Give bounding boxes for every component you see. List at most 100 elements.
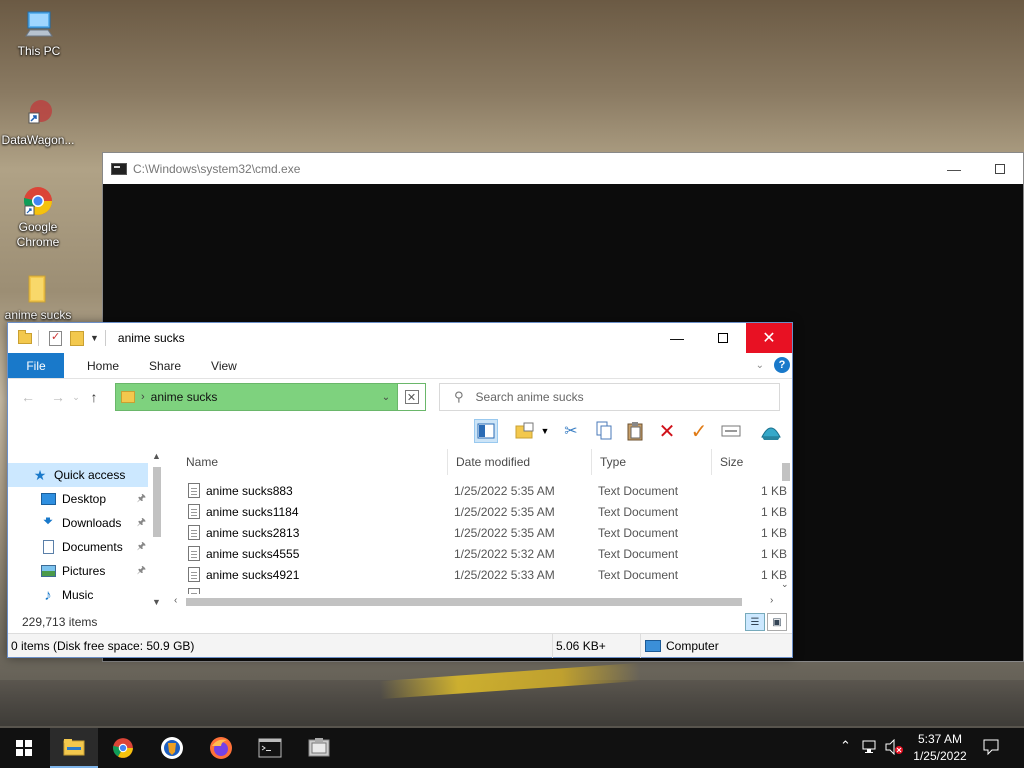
desktop-icon-this-pc[interactable]: This PC	[2, 8, 76, 59]
desktop-icon-label: anime sucks	[4, 308, 72, 322]
scroll-right-icon[interactable]: ›	[770, 595, 773, 606]
column-header-type[interactable]: Type	[592, 449, 712, 475]
preview-pane-button[interactable]	[474, 419, 498, 443]
desktop-icon-datawagon[interactable]: DataWagon...	[1, 97, 75, 148]
cmd-icon	[111, 162, 127, 175]
file-name: anime sucks1184	[206, 505, 299, 519]
network-icon[interactable]	[862, 739, 880, 758]
back-arrow-icon[interactable]: ←	[17, 389, 39, 405]
scrollbar-thumb[interactable]	[186, 598, 742, 606]
scroll-up-icon[interactable]: ▲	[152, 451, 161, 461]
folder-icon	[121, 391, 135, 403]
details-view-button[interactable]: ☰	[745, 613, 765, 631]
show-hidden-icons-chevron-icon[interactable]: ⌃	[840, 738, 851, 754]
properties-icon[interactable]	[49, 330, 62, 346]
tab-share[interactable]: Share	[134, 353, 196, 378]
table-row[interactable]: anime sucks4555 1/25/2022 5:32 AM Text D…	[168, 544, 787, 565]
taskbar-file-explorer[interactable]	[50, 728, 98, 768]
file-list-horizontal-scrollbar[interactable]: ‹ ›	[172, 595, 780, 609]
new-folder-button[interactable]	[513, 419, 537, 443]
file-list: ⌃ Name Date modified Type Size anime suc…	[168, 449, 792, 611]
sidebar-item-pictures[interactable]: Pictures 🖈	[8, 559, 148, 583]
explorer-titlebar[interactable]: ▼ anime sucks — ✕	[8, 323, 792, 353]
sidebar-item-documents[interactable]: Documents 🖈	[8, 535, 148, 559]
new-folder-icon[interactable]	[70, 330, 84, 346]
scroll-down-icon[interactable]: ⌄	[781, 579, 789, 590]
breadcrumb-separator-icon[interactable]: ›	[141, 391, 145, 403]
scrollbar-thumb[interactable]	[782, 463, 790, 481]
expand-ribbon-icon[interactable]: ⌄	[756, 360, 764, 371]
system-clock[interactable]: 5:37 AM 1/25/2022	[898, 731, 982, 765]
chevron-down-icon[interactable]: ▼	[539, 419, 551, 443]
forward-arrow-icon[interactable]: →	[47, 389, 69, 405]
maximize-button[interactable]	[977, 153, 1023, 184]
sidebar-item-desktop[interactable]: Desktop 🖈	[8, 487, 148, 511]
tab-file[interactable]: File	[8, 353, 64, 378]
file-date: 1/25/2022 5:32 AM	[454, 547, 555, 561]
large-icons-view-button[interactable]: ▣	[767, 613, 787, 631]
shell-icon[interactable]	[759, 419, 783, 443]
properties-icon[interactable]	[719, 419, 743, 443]
file-explorer-window[interactable]: ▼ anime sucks — ✕ File Home Share View ⌄…	[7, 322, 793, 658]
pin-icon: 🖈	[136, 564, 146, 576]
taskbar-brave[interactable]	[148, 728, 196, 768]
notifications-icon[interactable]	[982, 738, 1000, 759]
chevron-down-icon[interactable]: ⌄	[375, 392, 397, 403]
delete-icon[interactable]: ✕	[655, 419, 679, 443]
file-list-vertical-scrollbar[interactable]: ⌄	[780, 449, 792, 595]
clear-address-button[interactable]: ✕	[397, 384, 425, 410]
minimize-button[interactable]: —	[654, 323, 700, 353]
taskbar-app[interactable]	[295, 728, 343, 768]
navigation-scrollbar[interactable]: ▲ ▼	[150, 449, 164, 611]
taskbar-chrome[interactable]	[99, 728, 147, 768]
recent-locations-icon[interactable]: ⌄	[69, 392, 83, 403]
pin-icon: 🖈	[136, 516, 146, 528]
cmd-title: C:\Windows\system32\cmd.exe	[133, 161, 301, 176]
copy-icon[interactable]	[592, 419, 616, 443]
table-row[interactable]: anime sucks883 1/25/2022 5:35 AM Text Do…	[168, 481, 787, 502]
desktop-icon-anime-sucks[interactable]: anime sucks	[1, 272, 75, 323]
cmd-icon	[258, 738, 282, 758]
scrollbar-thumb[interactable]	[153, 467, 161, 537]
taskbar-cmd[interactable]	[246, 728, 294, 768]
sidebar-item-music[interactable]: ♪ Music	[8, 583, 148, 607]
content-area: ★ Quick access Desktop 🖈 🠻 Downloads 🖈 D…	[8, 449, 792, 611]
table-row-partial[interactable]	[168, 586, 778, 594]
chrome-icon	[113, 738, 133, 758]
folder-icon	[18, 329, 32, 344]
sidebar-item-quick-access[interactable]: ★ Quick access	[8, 463, 148, 487]
table-row[interactable]: anime sucks4921 1/25/2022 5:33 AM Text D…	[168, 565, 787, 586]
tab-home[interactable]: Home	[72, 353, 134, 378]
sidebar-item-downloads[interactable]: 🠻 Downloads 🖈	[8, 511, 148, 535]
breadcrumb[interactable]: anime sucks	[151, 390, 375, 404]
paste-icon[interactable]	[623, 419, 647, 443]
cut-icon[interactable]: ✂	[559, 419, 583, 443]
file-date: 1/25/2022 5:35 AM	[454, 526, 555, 540]
chevron-down-icon[interactable]: ▼	[90, 333, 99, 343]
taskbar: ⌃ 5:37 AM 1/25/2022	[0, 728, 1024, 768]
up-arrow-icon[interactable]: ↑	[83, 389, 105, 405]
close-button[interactable]: ✕	[746, 323, 792, 353]
cmd-titlebar[interactable]: C:\Windows\system32\cmd.exe —	[103, 153, 1023, 184]
desktop-icon-google-chrome[interactable]: Google Chrome	[1, 184, 75, 250]
help-icon[interactable]: ?	[774, 357, 790, 373]
location-info: Computer	[641, 634, 792, 658]
file-explorer-icon	[63, 739, 85, 756]
tab-view[interactable]: View	[196, 353, 252, 378]
rename-checkmark-icon[interactable]: ✓	[687, 419, 711, 443]
column-header-name[interactable]: Name	[178, 449, 448, 475]
maximize-button[interactable]	[700, 323, 746, 353]
scroll-down-icon[interactable]: ▼	[152, 597, 161, 607]
file-name: anime sucks4921	[206, 568, 300, 582]
clock-date: 1/25/2022	[913, 749, 967, 763]
address-bar[interactable]: › anime sucks ⌄ ✕	[115, 383, 426, 411]
ribbon-tabs: File Home Share View ⌄ ?	[8, 353, 792, 379]
scroll-left-icon[interactable]: ‹	[174, 595, 177, 606]
search-input[interactable]: ⚲ Search anime sucks	[439, 383, 780, 411]
table-row[interactable]: anime sucks2813 1/25/2022 5:35 AM Text D…	[168, 523, 787, 544]
table-row[interactable]: anime sucks1184 1/25/2022 5:35 AM Text D…	[168, 502, 787, 523]
taskbar-firefox[interactable]	[197, 728, 245, 768]
start-button[interactable]	[0, 728, 48, 768]
column-header-date[interactable]: Date modified	[448, 449, 592, 475]
minimize-button[interactable]: —	[931, 153, 977, 184]
